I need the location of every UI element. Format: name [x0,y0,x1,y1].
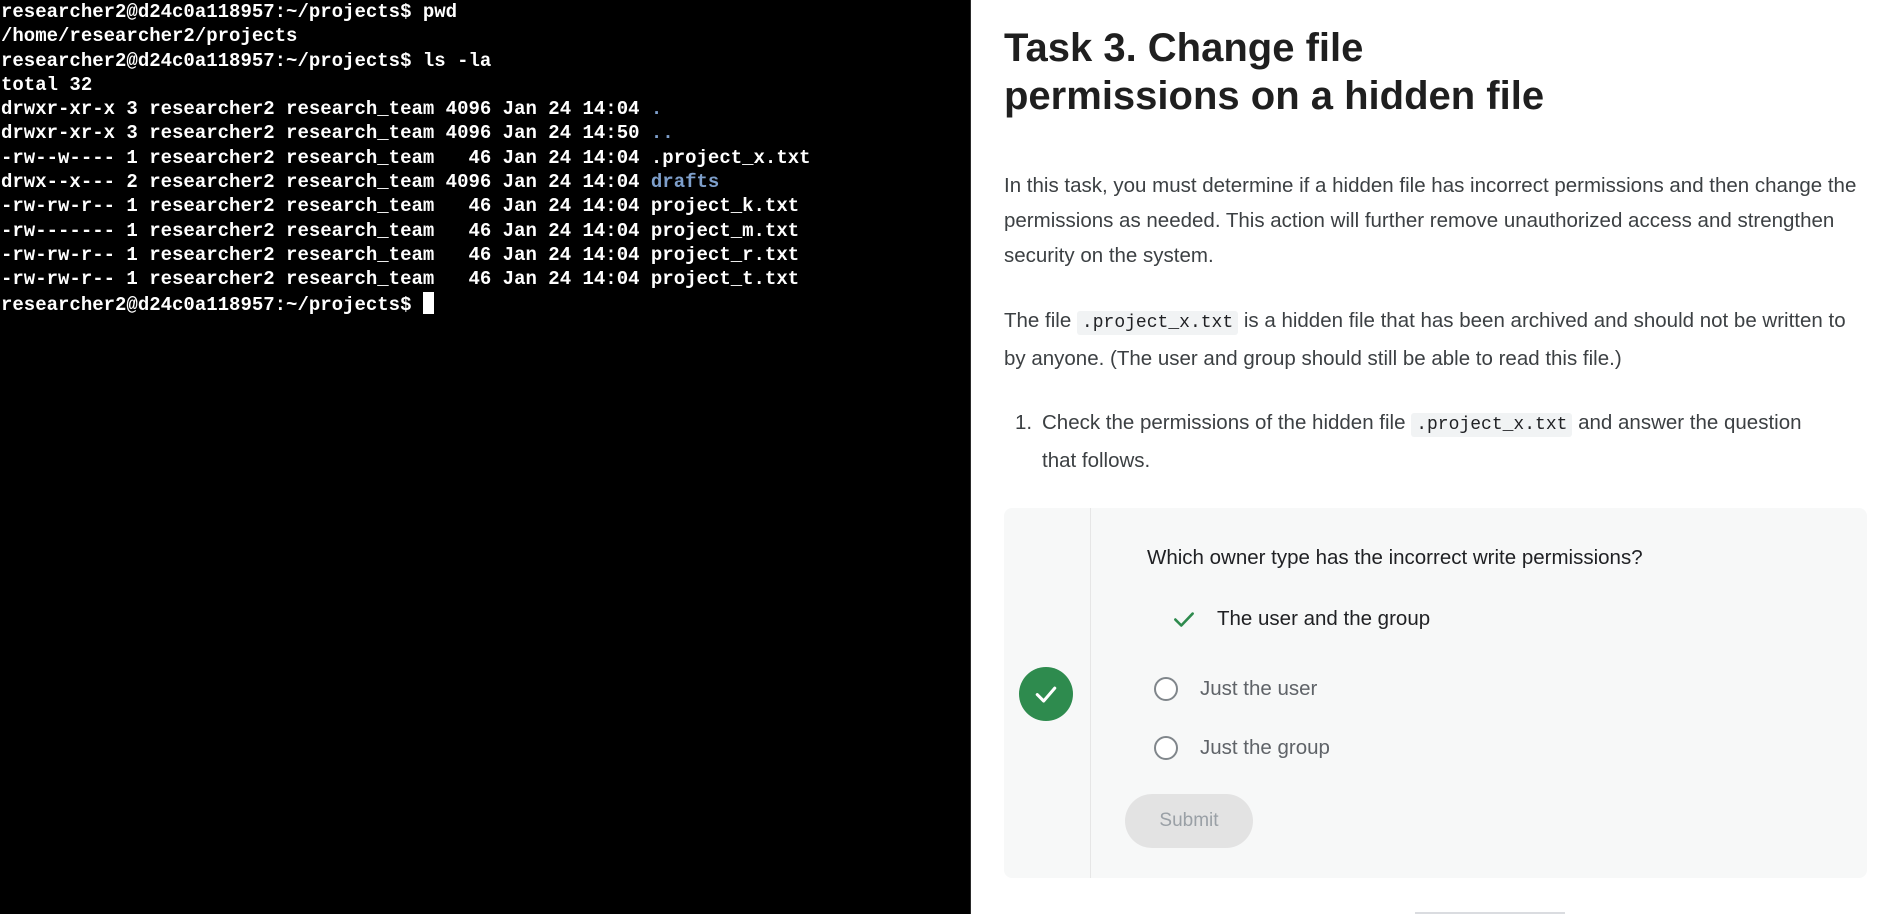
terminal-line: researcher2@d24c0a118957:~/projects$ pwd [1,1,458,23]
listing-row: -rw--w---- 1 researcher2 research_team 4… [1,146,970,170]
inline-code: .project_x.txt [1411,413,1573,437]
terminal-line: /home/researcher2/projects [1,25,298,48]
listing-meta: -rw-rw-r-- 1 researcher2 research_team 4… [1,243,651,266]
listing-meta: drwx--x--- 2 researcher2 research_team 4… [1,171,651,194]
terminal-line: researcher2@d24c0a118957:~/projects$ ls … [1,49,492,72]
inline-code: .project_x.txt [1076,311,1239,335]
listing-name-file: project_m.txt [650,219,800,242]
terminal-prompt: researcher2@d24c0a118957:~/projects$ [1,293,423,316]
listing-row: drwxr-xr-x 3 researcher2 research_team 4… [1,97,970,121]
file-description: The file .project_x.txt is a hidden file… [1004,303,1864,376]
answer-option-label: Just the user [1200,677,1318,700]
listing-meta: -rw------- 1 researcher2 research_team 4… [1,219,651,242]
quiz-question: Which owner type has the incorrect write… [1147,546,1643,569]
listing-row: -rw-rw-r-- 1 researcher2 research_team 4… [1,194,970,218]
listing-meta: -rw-rw-r-- 1 researcher2 research_team 4… [1,268,651,291]
checkmark-badge-icon [1019,667,1073,721]
quiz-card: Which owner type has the incorrect write… [1004,508,1867,878]
listing-name-dir: . [650,98,663,121]
answer-option-label: The user and the group [1217,607,1431,630]
answer-option-label: Just the group [1200,736,1330,759]
listing-meta: drwxr-xr-x 3 researcher2 research_team 4… [1,98,651,121]
terminal-prompt-line[interactable]: researcher2@d24c0a118957:~/projects$ [1,291,970,316]
listing-name-file: project_r.txt [650,243,800,266]
listing-name-file: .project_x.txt [650,146,811,169]
check-icon [1171,606,1197,632]
step-item: 1. Check the permissions of the hidden f… [1015,405,1822,478]
submit-button[interactable]: Submit [1125,794,1253,848]
lesson-panel: Task 3. Change file permissions on a hid… [972,0,1884,914]
listing-meta: drwxr-xr-x 3 researcher2 research_team 4… [1,122,651,145]
step-number: 1. [1015,411,1033,434]
listing-row: drwx--x--- 2 researcher2 research_team 4… [1,170,970,194]
terminal-window[interactable]: researcher2@d24c0a118957:~/projects$ pwd… [0,0,971,914]
listing-row: -rw-rw-r-- 1 researcher2 research_team 4… [1,243,970,267]
listing-name-dir: .. [650,122,674,145]
listing-name-file: project_k.txt [650,195,800,218]
quiz-status-rail [1004,508,1091,878]
listing-name-dir: drafts [650,171,720,194]
text-segment: Check the permissions of the hidden file [1042,411,1412,434]
radio-empty-icon[interactable] [1154,677,1178,701]
listing-row: -rw-rw-r-- 1 researcher2 research_team 4… [1,267,970,291]
listing-row: drwxr-xr-x 3 researcher2 research_team 4… [1,121,970,145]
answer-option[interactable]: Just the user [1154,675,1317,703]
text-segment: The file [1004,309,1077,332]
answer-option[interactable]: Just the group [1154,734,1330,762]
listing-row: -rw------- 1 researcher2 research_team 4… [1,219,970,243]
task-title: Task 3. Change file permissions on a hid… [1004,26,1545,118]
terminal-line: total 32 [1,73,93,96]
listing-meta: -rw-rw-r-- 1 researcher2 research_team 4… [1,195,651,218]
radio-empty-icon[interactable] [1154,736,1178,760]
listing-name-file: project_t.txt [650,268,800,291]
task-description: In this task, you must determine if a hi… [1004,174,1857,267]
listing-meta: -rw--w---- 1 researcher2 research_team 4… [1,146,651,169]
answer-option-correct[interactable]: The user and the group [1171,605,1430,633]
terminal-cursor [422,291,434,314]
